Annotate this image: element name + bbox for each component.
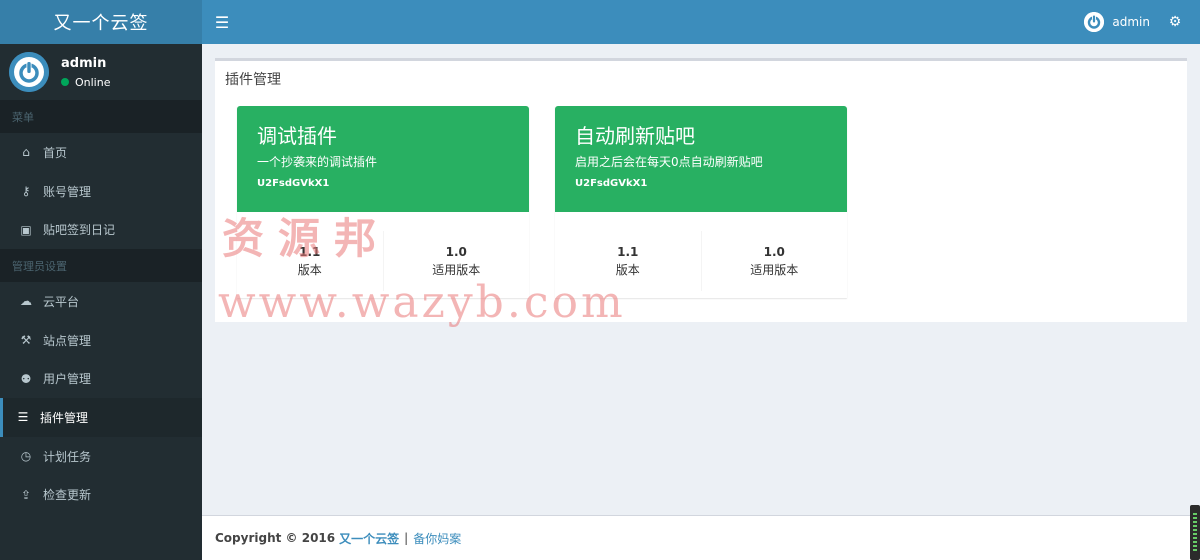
sidebar-toggle-icon[interactable]: ☰: [202, 13, 242, 32]
user-avatar: [9, 52, 49, 92]
list-icon: ☰: [17, 410, 29, 425]
footer-separator: |: [404, 531, 409, 545]
sidebar-item-update[interactable]: ⇪ 检查更新: [0, 476, 202, 515]
plugin-version: 1.1 版本: [615, 244, 640, 277]
plugin-desc: 一个抄袭来的调试插件: [257, 155, 378, 169]
key-icon: ⚷: [21, 184, 31, 199]
sidebar-item-signin-log[interactable]: ▣ 贴吧签到日记: [0, 210, 202, 249]
sidebar-item-plugins[interactable]: ☰ 插件管理: [0, 398, 202, 437]
status-dot-icon: [61, 78, 69, 86]
footer-brand-link[interactable]: 又一个云签: [339, 530, 399, 547]
copyright-text: Copyright © 2016: [215, 531, 336, 545]
scroll-widget[interactable]: [1190, 505, 1200, 560]
plugin-version: 1.1 版本: [297, 244, 322, 277]
users-icon: ⚉: [20, 371, 32, 386]
sidebar: 又一个云签 admin Online 菜单 ⌂ 首页 ⚷ 账号管理 ▣ 贴吧签到日记 …: [0, 0, 202, 560]
clock-icon: ◷: [20, 449, 32, 464]
cloud-icon: ☁: [20, 294, 32, 309]
wrench-icon: ⚒: [20, 333, 32, 348]
gears-icon[interactable]: ⚙: [1150, 14, 1200, 30]
power-icon: [1084, 12, 1105, 32]
sidebar-item-users[interactable]: ⚉ 用户管理: [0, 359, 202, 398]
sidebar-item-cloud[interactable]: ☁ 云平台: [0, 282, 202, 321]
plugin-code: U2FsdGVkX1: [257, 178, 330, 189]
plugin-code: U2FsdGVkX1: [575, 178, 648, 189]
sidebar-item-cron[interactable]: ◷ 计划任务: [0, 437, 202, 476]
plugin-title: 自动刷新贴吧: [575, 124, 695, 148]
page-title: 插件管理: [225, 72, 281, 88]
plugin-compat: 1.0 适用版本: [382, 231, 530, 291]
footer: Copyright © 2016 又一个云签 | 备你妈案: [202, 515, 1200, 560]
admin-menu-header: 管理员设置: [0, 249, 202, 283]
icp-link[interactable]: 备你妈案: [413, 530, 461, 547]
upload-icon: ⇪: [20, 487, 32, 502]
power-icon: [9, 52, 49, 92]
plugin-title: 调试插件: [257, 124, 337, 148]
menu-header: 菜单: [0, 100, 202, 133]
plugin-card: 自动刷新贴吧 启用之后会在每天0点自动刷新贴吧 U2FsdGVkX1 1.1 版本…: [555, 106, 847, 298]
plugin-box: 插件管理 调试插件 一个抄袭来的调试插件 U2FsdGVkX1 1.1 版本 1.…: [215, 58, 1187, 322]
user-panel: admin Online: [0, 44, 202, 100]
plugin-card: 调试插件 一个抄袭来的调试插件 U2FsdGVkX1 1.1 版本 1.0 适用版本: [237, 106, 529, 298]
top-navbar: ☰ admin ⚙: [202, 0, 1200, 44]
app-logo[interactable]: 又一个云签: [0, 0, 202, 44]
plugin-desc: 启用之后会在每天0点自动刷新贴吧: [575, 155, 763, 169]
sidebar-item-home[interactable]: ⌂ 首页: [0, 133, 202, 172]
sidebar-item-accounts[interactable]: ⚷ 账号管理: [0, 172, 202, 211]
user-status: Online: [61, 76, 110, 89]
sidebar-item-site[interactable]: ⚒ 站点管理: [0, 321, 202, 360]
user-name: admin: [61, 55, 107, 71]
top-username[interactable]: admin: [1112, 15, 1150, 29]
calendar-check-icon: ▣: [20, 222, 32, 237]
home-icon: ⌂: [22, 145, 30, 160]
top-user-avatar[interactable]: [1084, 12, 1105, 32]
plugin-compat: 1.0 适用版本: [700, 231, 848, 291]
